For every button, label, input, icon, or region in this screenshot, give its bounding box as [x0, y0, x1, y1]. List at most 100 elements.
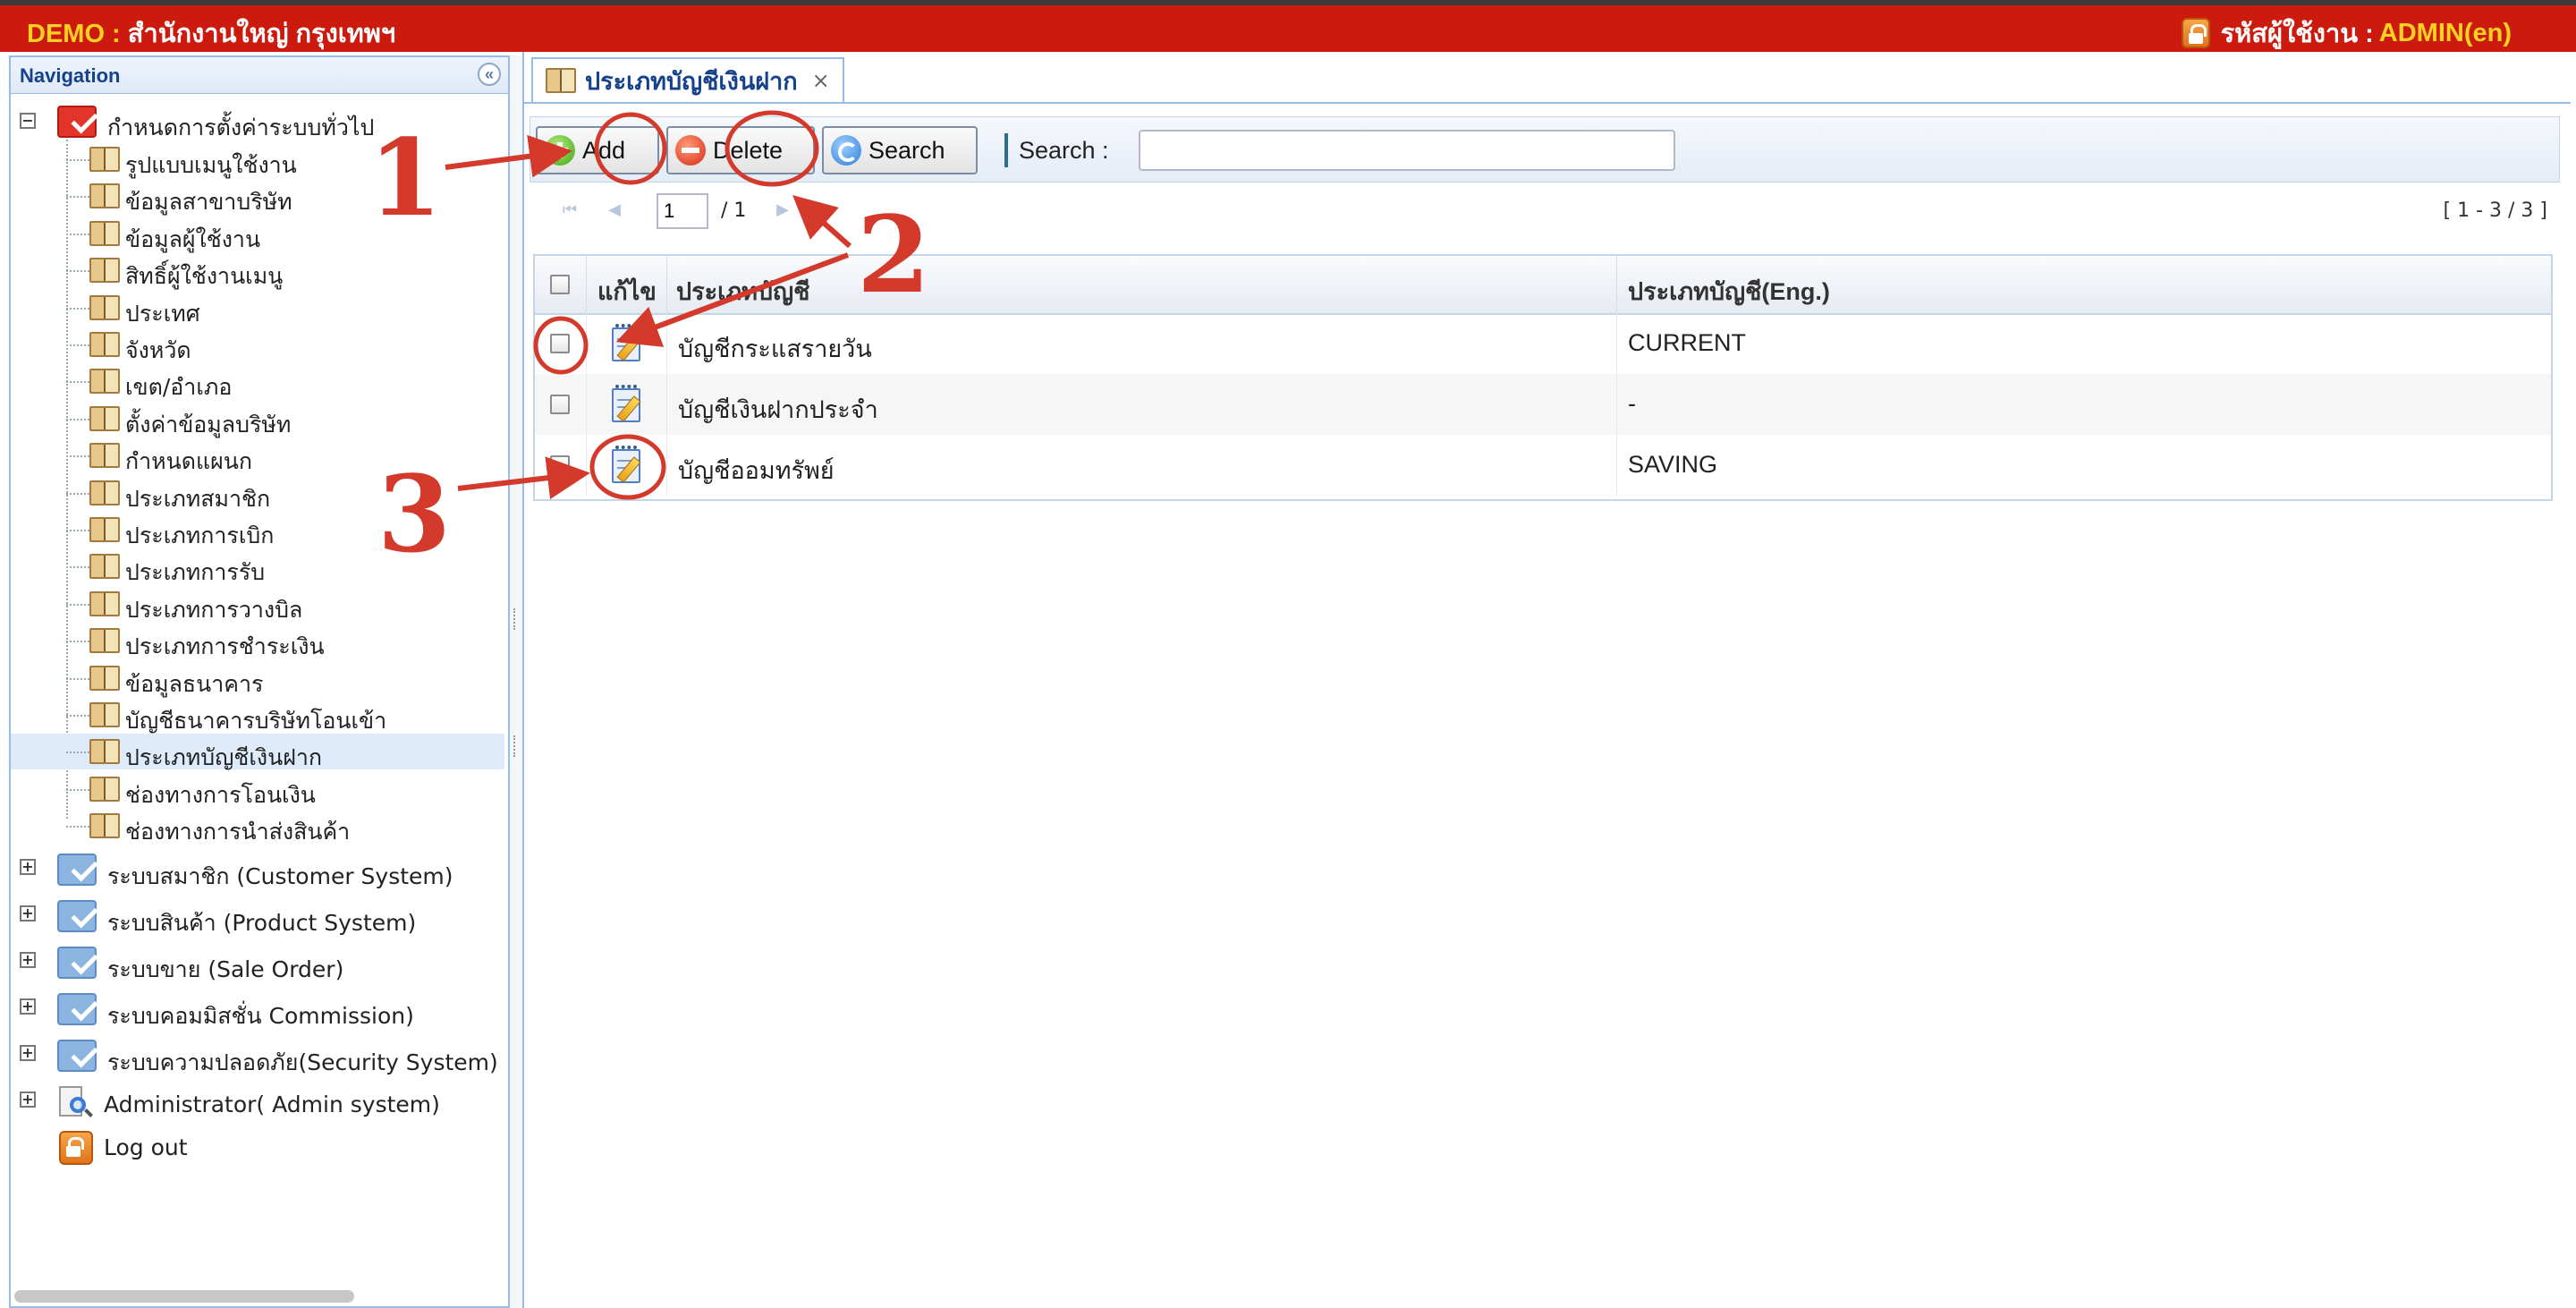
user-id: ADMIN(en) [2378, 18, 2512, 47]
expand-expander-icon[interactable]: + [20, 1091, 36, 1108]
tree-connector-line [66, 159, 89, 161]
annotation-number-1: 1 [369, 115, 443, 240]
navigation-title: Navigation [20, 64, 121, 87]
tree-group-item[interactable]: + ระบบสมาชิก (Customer System) [11, 850, 504, 893]
edit-icon[interactable] [610, 446, 646, 485]
tab-deposit-account-type[interactable]: ประเภทบัญชีเงินฝาก × [531, 57, 844, 102]
panel-splitter[interactable] [510, 55, 522, 1308]
header-type-cell[interactable]: ประเภทบัญชี [667, 256, 1617, 313]
row-select-cell [535, 313, 587, 374]
brand: DEMO : สำนักงานใหญ่ กรุงเทพฯ [27, 13, 395, 54]
delete-button-label: Delete [713, 136, 784, 164]
row-type-cell: บัญชีออมทรัพย์ [667, 435, 1617, 496]
row-checkbox[interactable] [550, 455, 570, 475]
checkbox-folder-icon [57, 106, 97, 138]
tree-connector-line [66, 788, 89, 791]
tree-group-item[interactable]: + ระบบความปลอดภัย(Security System) [11, 1036, 504, 1079]
select-all-checkbox[interactable] [550, 275, 570, 294]
collapse-panel-button[interactable]: « [478, 63, 501, 86]
page-number-input[interactable] [657, 193, 708, 229]
annotation-number-3: 3 [377, 452, 452, 576]
tree-group-item[interactable]: + ระบบขาย (Sale Order) [11, 943, 504, 986]
table-row[interactable]: บัญชีเงินฝากประจำ - [535, 374, 2551, 435]
tree-root-label: กำหนดการตั้งค่าระบบทั่วไป [107, 115, 375, 140]
book-icon [89, 369, 120, 395]
tree-item[interactable]: ช่องทางการโอนเงิน [11, 771, 504, 808]
horizontal-scrollbar[interactable] [14, 1290, 354, 1303]
book-icon [89, 147, 120, 172]
book-icon [89, 480, 120, 505]
tree-connector-line [66, 715, 89, 717]
search-button[interactable]: Search [822, 126, 978, 174]
expand-expander-icon[interactable]: + [20, 1045, 36, 1061]
last-page-icon[interactable]: ⏭ [812, 197, 839, 224]
edit-icon[interactable] [610, 324, 646, 363]
row-type-en-cell: - [1617, 374, 2551, 435]
checkbox-folder-icon [57, 993, 97, 1025]
table-row[interactable]: บัญชีกระแสรายวัน CURRENT [535, 313, 2551, 374]
tree-connector-line [66, 344, 89, 346]
expand-expander-icon[interactable]: + [20, 998, 36, 1015]
first-page-icon[interactable]: ⏮ [556, 197, 583, 224]
row-edit-cell [587, 374, 667, 435]
row-type-cell: บัญชีเงินฝากประจำ [667, 374, 1617, 435]
row-checkbox[interactable] [550, 395, 570, 414]
header-type-label: ประเภทบัญชี [676, 278, 810, 305]
prev-page-icon[interactable]: ◀ [601, 197, 628, 224]
tree-item[interactable]: ช่องทางการนำส่งสินค้า [11, 808, 504, 845]
lock-icon [2181, 18, 2210, 48]
tree-item[interactable]: จังหวัด [11, 327, 504, 363]
magnifier-document-icon [57, 1084, 93, 1120]
close-tab-icon[interactable]: × [812, 68, 830, 93]
book-icon [89, 739, 120, 765]
book-icon [546, 68, 576, 93]
collapse-expander-icon[interactable]: − [20, 113, 36, 129]
book-icon [89, 332, 120, 357]
checkbox-folder-icon [57, 900, 97, 932]
delete-button[interactable]: Delete [666, 126, 815, 174]
header-type-en-label: ประเภทบัญชี(Eng.) [1628, 278, 1830, 305]
book-icon [89, 183, 120, 209]
tree-connector-line [66, 752, 89, 754]
tab-title: ประเภทบัญชีเงินฝาก [585, 67, 798, 96]
edit-icon[interactable] [610, 385, 646, 424]
add-button[interactable]: Add [536, 126, 659, 174]
expand-expander-icon[interactable]: + [20, 859, 36, 875]
tree-group-item[interactable]: + ระบบคอมมิสชั่น Commission) [11, 989, 504, 1032]
tree-item[interactable]: ตั้งค่าข้อมูลบริษัท [11, 401, 504, 437]
book-icon [89, 813, 120, 839]
book-icon [89, 517, 120, 542]
toolbar-separator [1004, 133, 1008, 167]
tree-item[interactable]: ประเทศ [11, 290, 504, 327]
tree-group-label: ระบบสมาชิก (Customer System) [107, 863, 453, 889]
header-type-en-cell[interactable]: ประเภทบัญชี(Eng.) [1617, 256, 2551, 313]
tree-item[interactable]: ประเภทการวางบิล [11, 586, 504, 623]
record-range-info: [ 1 - 3 / 3 ] [2443, 200, 2547, 222]
delete-icon [675, 135, 706, 166]
tree-connector-line [66, 270, 89, 273]
toolbar: Add Delete Search Search : [530, 116, 2560, 183]
tree-item[interactable]: สิทธิ์ผู้ใช้งานเมนู [11, 252, 504, 289]
logout-label: Log out [104, 1134, 188, 1160]
tree-admin-item[interactable]: + Administrator( Admin system) [11, 1083, 504, 1125]
search-input[interactable] [1139, 130, 1675, 171]
checkbox-folder-icon [57, 947, 97, 979]
row-type-cell: บัญชีกระแสรายวัน [667, 313, 1617, 374]
tree-group-item[interactable]: + ระบบสินค้า (Product System) [11, 896, 504, 939]
tree-item[interactable]: บัญชีธนาคารบริษัทโอนเข้า [11, 697, 504, 734]
book-icon [89, 220, 120, 246]
logout-item[interactable]: Log out [11, 1127, 504, 1167]
row-select-cell [535, 374, 587, 435]
expand-expander-icon[interactable]: + [20, 952, 36, 968]
table-row[interactable]: บัญชีออมทรัพย์ SAVING [535, 435, 2551, 496]
tree-item[interactable]: ประเภทบัญชีเงินฝาก [11, 734, 504, 770]
tree-item[interactable]: ประเภทการชำระเงิน [11, 623, 504, 659]
tree-connector-line [66, 677, 89, 680]
pagination-bar: ⏮ ◀ / 1 ▶ ⏭ [ 1 - 3 / 3 ] [530, 186, 2560, 236]
expand-expander-icon[interactable]: + [20, 905, 36, 922]
row-type-text: บัญชีออมทรัพย์ [678, 457, 835, 484]
row-checkbox[interactable] [550, 334, 570, 353]
tree-item[interactable]: ข้อมูลธนาคาร [11, 660, 504, 697]
next-page-icon[interactable]: ▶ [769, 197, 796, 224]
tree-item[interactable]: เขต/อำเภอ [11, 363, 504, 400]
